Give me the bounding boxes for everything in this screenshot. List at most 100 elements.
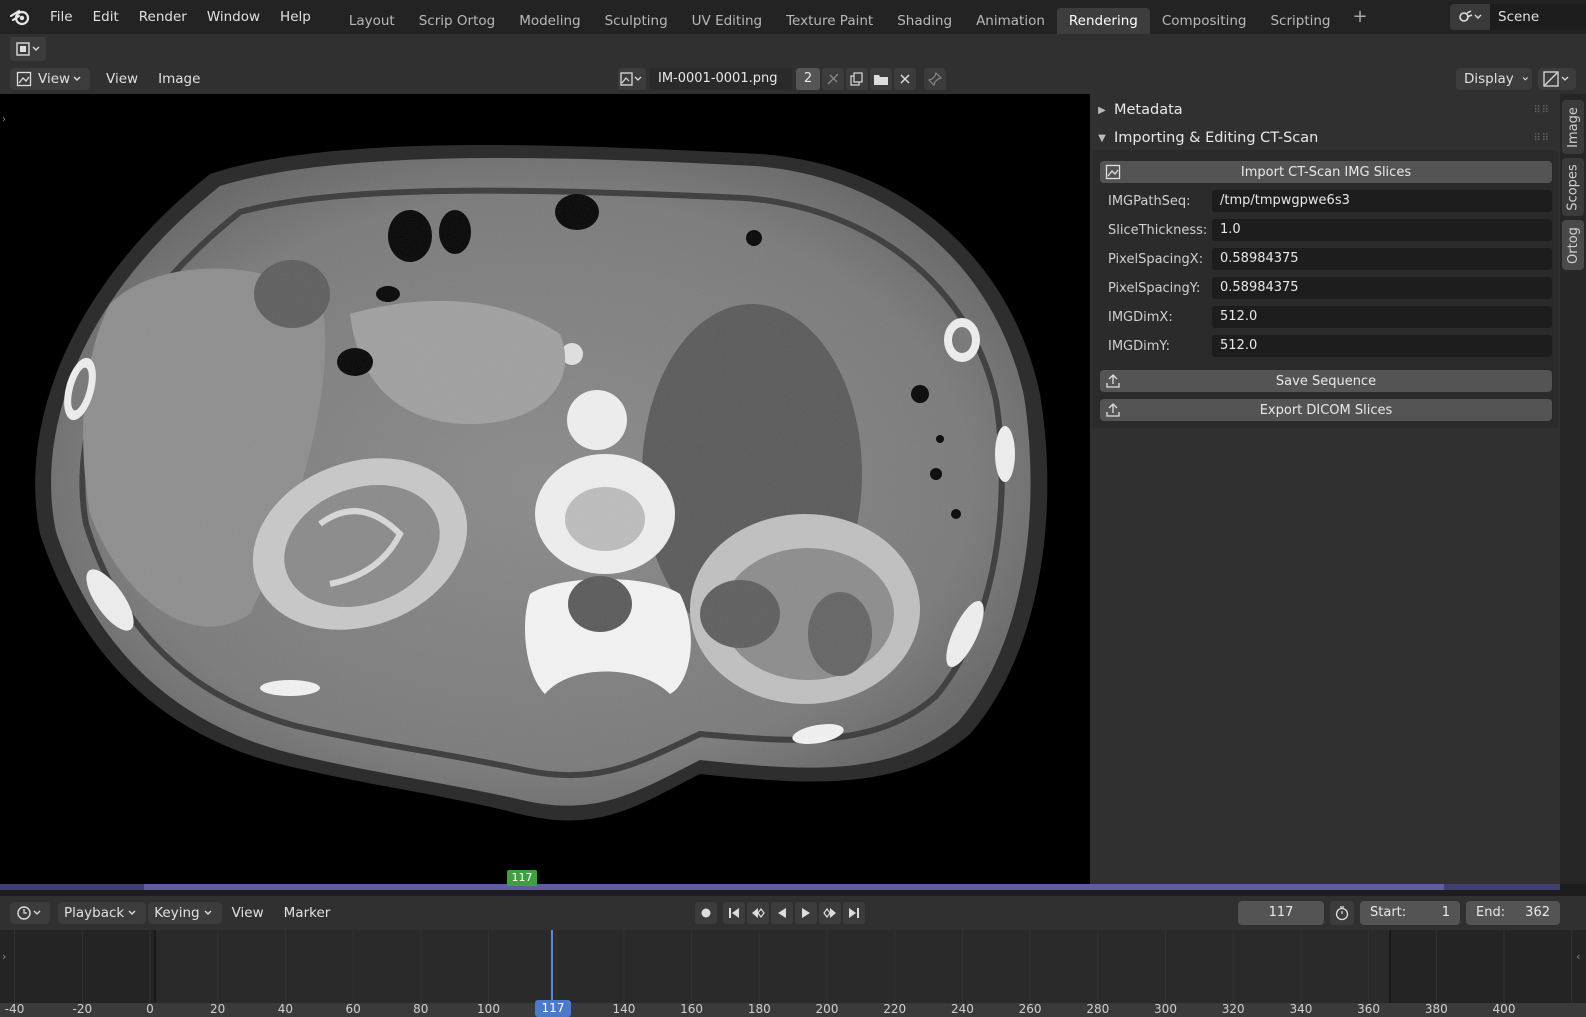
fake-user-button[interactable] xyxy=(822,68,844,90)
metadata-panel-header[interactable]: ▶ Metadata ⠿⠿ xyxy=(1090,96,1560,124)
tab-image[interactable]: Image xyxy=(1562,100,1584,154)
tab-texture-paint[interactable]: Texture Paint xyxy=(774,8,885,34)
menu-window[interactable]: Window xyxy=(197,0,270,34)
img-dim-y-field[interactable]: 512.0 xyxy=(1212,335,1552,357)
jump-end-button[interactable] xyxy=(843,902,865,924)
start-label: Start: xyxy=(1370,905,1407,920)
image-users-count[interactable]: 2 xyxy=(796,68,820,90)
end-label: End: xyxy=(1476,905,1506,920)
pixel-spacing-x-field[interactable]: 0.58984375 xyxy=(1212,248,1552,270)
playhead-frame-label[interactable]: 117 xyxy=(535,1000,571,1017)
main-menu: File Edit Render Window Help xyxy=(40,0,321,34)
ruler-tick-label: 200 xyxy=(815,1002,839,1016)
tab-scripting[interactable]: Scripting xyxy=(1258,8,1342,34)
chevron-down-icon xyxy=(128,910,136,915)
tab-shading[interactable]: Shading xyxy=(885,8,964,34)
slice-thickness-field[interactable]: 1.0 xyxy=(1212,219,1552,241)
ruler-tick-label: 340 xyxy=(1289,1002,1313,1016)
menu-render[interactable]: Render xyxy=(129,0,197,34)
open-image-button[interactable] xyxy=(870,68,892,90)
ruler-tick-label: 140 xyxy=(612,1002,636,1016)
blender-logo-icon[interactable] xyxy=(0,0,40,34)
scene-selector: Scene xyxy=(1450,4,1586,30)
top-bar: File Edit Render Window Help Layout Scri… xyxy=(0,0,1586,34)
tab-uv-editing[interactable]: UV Editing xyxy=(680,8,774,34)
view-mode-dropdown[interactable]: View xyxy=(10,68,91,90)
pixel-spacing-y-field[interactable]: 0.58984375 xyxy=(1212,277,1552,299)
ruler-tick-label: 240 xyxy=(950,1002,974,1016)
chevron-down-icon xyxy=(73,76,81,81)
ruler-tick-label: 80 xyxy=(413,1002,429,1016)
timeline-menu-view[interactable]: View xyxy=(222,905,274,921)
current-frame-flag[interactable]: 117 xyxy=(507,870,537,886)
play-reverse-button[interactable] xyxy=(771,902,793,924)
tab-ortog[interactable]: Ortog xyxy=(1562,220,1584,270)
timeline-area[interactable]: › ‹ xyxy=(0,930,1586,1005)
drag-handle-icon[interactable]: ⠿⠿ xyxy=(1533,133,1550,144)
record-icon xyxy=(701,908,711,918)
ctscan-panel-title: Importing & Editing CT-Scan xyxy=(1114,130,1319,146)
scene-name-field[interactable]: Scene xyxy=(1490,4,1586,30)
pin-button[interactable] xyxy=(924,68,946,90)
image-browse-button[interactable] xyxy=(618,68,646,90)
tab-sculpting[interactable]: Sculpting xyxy=(593,8,680,34)
overlay-dropdown[interactable] xyxy=(1538,68,1576,90)
duplicate-image-button[interactable] xyxy=(846,68,868,90)
preview-range-button[interactable] xyxy=(1330,901,1354,925)
menu-view[interactable]: View xyxy=(96,71,148,87)
menu-help[interactable]: Help xyxy=(270,0,321,34)
stopwatch-icon xyxy=(1335,906,1349,921)
add-workspace-button[interactable]: + xyxy=(1343,0,1378,34)
tab-layout[interactable]: Layout xyxy=(337,8,407,34)
jump-keyframe-back-button[interactable] xyxy=(747,902,769,924)
frame-range-strip[interactable] xyxy=(0,884,1560,890)
current-frame-field[interactable]: 117 xyxy=(1238,901,1324,925)
import-ctscan-button[interactable]: Import CT-Scan IMG Slices xyxy=(1100,161,1552,183)
record-button[interactable] xyxy=(695,902,717,924)
tab-modeling[interactable]: Modeling xyxy=(507,8,592,34)
play-icon xyxy=(802,908,810,918)
jump-end-icon xyxy=(849,908,859,918)
drag-handle-icon[interactable]: ⠿⠿ xyxy=(1533,105,1550,116)
tool-settings-button[interactable] xyxy=(10,37,46,61)
timeline-menu-marker[interactable]: Marker xyxy=(274,905,341,921)
tab-animation[interactable]: Animation xyxy=(964,8,1057,34)
overlay-icon xyxy=(1543,71,1569,87)
display-dropdown[interactable]: Display xyxy=(1456,68,1532,90)
image-name-field[interactable]: IM-0001-0001.png xyxy=(650,68,792,90)
ruler-tick-label: 320 xyxy=(1221,1002,1245,1016)
svg-text:›: › xyxy=(2,950,6,963)
img-dim-x-field[interactable]: 512.0 xyxy=(1212,306,1552,328)
timeline-editor-type[interactable] xyxy=(10,902,50,924)
import-ctscan-label: Import CT-Scan IMG Slices xyxy=(1240,164,1412,180)
save-sequence-button[interactable]: Save Sequence xyxy=(1100,370,1552,392)
tab-rendering[interactable]: Rendering xyxy=(1056,8,1150,34)
playback-dropdown[interactable]: Playback xyxy=(58,902,147,924)
scene-browse-button[interactable] xyxy=(1450,4,1490,30)
ruler-tick-label: 100 xyxy=(477,1002,500,1016)
jump-keyframe-forward-button[interactable] xyxy=(819,902,841,924)
export-dicom-button[interactable]: Export DICOM Slices xyxy=(1100,399,1552,421)
menu-file[interactable]: File xyxy=(40,0,83,34)
menu-edit[interactable]: Edit xyxy=(83,0,129,34)
ruler-tick-label: -20 xyxy=(72,1002,93,1016)
end-frame-field[interactable]: End: 362 xyxy=(1466,901,1560,925)
img-path-seq-field[interactable]: /tmp/tmpwgpwe6s3 xyxy=(1212,190,1552,212)
unlink-image-button[interactable] xyxy=(894,68,916,90)
image-viewport[interactable]: › xyxy=(0,94,1090,884)
tab-scrip-ortog[interactable]: Scrip Ortog xyxy=(407,8,507,34)
ctscan-panel-header[interactable]: ▼ Importing & Editing CT-Scan ⠿⠿ xyxy=(1090,124,1560,152)
play-reverse-icon xyxy=(778,908,786,918)
ruler-tick-label: 60 xyxy=(345,1002,361,1016)
menu-image[interactable]: Image xyxy=(148,71,210,87)
keyframe-forward-icon xyxy=(823,908,836,918)
timeline-ruler[interactable] xyxy=(0,1003,1586,1017)
start-frame-field[interactable]: Start: 1 xyxy=(1360,901,1460,925)
export-dicom-label: Export DICOM Slices xyxy=(1259,402,1393,418)
play-button[interactable] xyxy=(795,902,817,924)
keying-dropdown[interactable]: Keying xyxy=(148,902,222,924)
jump-start-button[interactable] xyxy=(723,902,745,924)
tab-scopes[interactable]: Scopes xyxy=(1562,158,1584,216)
prop-img-path-seq: IMGPathSeq: /tmp/tmpwgpwe6s3 xyxy=(1100,190,1552,212)
tab-compositing[interactable]: Compositing xyxy=(1150,8,1259,34)
